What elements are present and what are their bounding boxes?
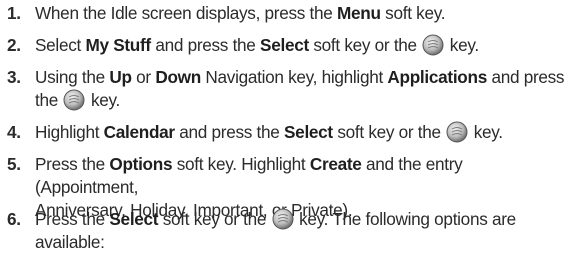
step-text: Press the Select soft key or the key. Th… <box>35 208 567 254</box>
step-text: When the Idle screen displays, press the… <box>35 2 567 25</box>
key-name: Create <box>309 154 362 174</box>
step-text-run: Highlight <box>35 122 104 142</box>
step-number: 3. <box>7 67 21 87</box>
step-text-run: Press the <box>35 154 110 174</box>
step-text-run: When the Idle screen displays, press the <box>35 3 338 23</box>
step-number: 2. <box>7 35 21 55</box>
step-text-run: key. <box>86 90 120 110</box>
key-name: Menu <box>337 3 381 23</box>
step-text-run: and press the <box>150 35 261 55</box>
key-name: Down <box>155 67 201 87</box>
ok-key-icon <box>63 89 85 111</box>
step-text-run: key. <box>445 35 479 55</box>
step-text-run: and press <box>486 67 565 87</box>
ok-key-icon <box>272 208 294 230</box>
step-number: 6. <box>7 209 21 229</box>
key-name: Applications <box>387 67 487 87</box>
key-name: Options <box>109 154 173 174</box>
step-text-run: the <box>35 90 63 110</box>
step-text-run: soft key. Highlight <box>172 154 310 174</box>
step-text-run: key. The following options are <box>294 209 516 229</box>
ok-key-icon <box>422 34 444 56</box>
key-name: Select <box>260 35 309 55</box>
key-name: Calendar <box>103 122 175 142</box>
step-number: 5. <box>7 154 21 174</box>
step-text-run: Select <box>35 35 86 55</box>
ok-key-icon <box>446 121 468 143</box>
step-text: Highlight Calendar and press the Select … <box>35 121 567 144</box>
step-number: 1. <box>7 3 21 23</box>
step-text-run: soft key or the <box>332 122 446 142</box>
step-text: Select My Stuff and press the Select sof… <box>35 34 567 57</box>
key-name: Select <box>109 209 159 229</box>
step-text-run: soft key or the <box>308 35 422 55</box>
step-text-run: key. <box>469 122 503 142</box>
step-text-run: soft key or the <box>158 209 271 229</box>
step-text-run: Navigation key, highlight <box>200 67 388 87</box>
key-name: My Stuff <box>85 35 151 55</box>
key-name: Select <box>284 122 333 142</box>
step-text-run: Using the <box>35 67 110 87</box>
step-text-run: and press the <box>174 122 285 142</box>
key-name: Up <box>109 67 132 87</box>
step-text-run: soft key. <box>380 3 446 23</box>
step-text: Using the Up or Down Navigation key, hig… <box>35 66 567 112</box>
step-text-run: Press the <box>35 209 110 229</box>
step-text-run: or <box>131 67 156 87</box>
step-text-run: available: <box>35 232 105 252</box>
step-number: 4. <box>7 122 21 142</box>
